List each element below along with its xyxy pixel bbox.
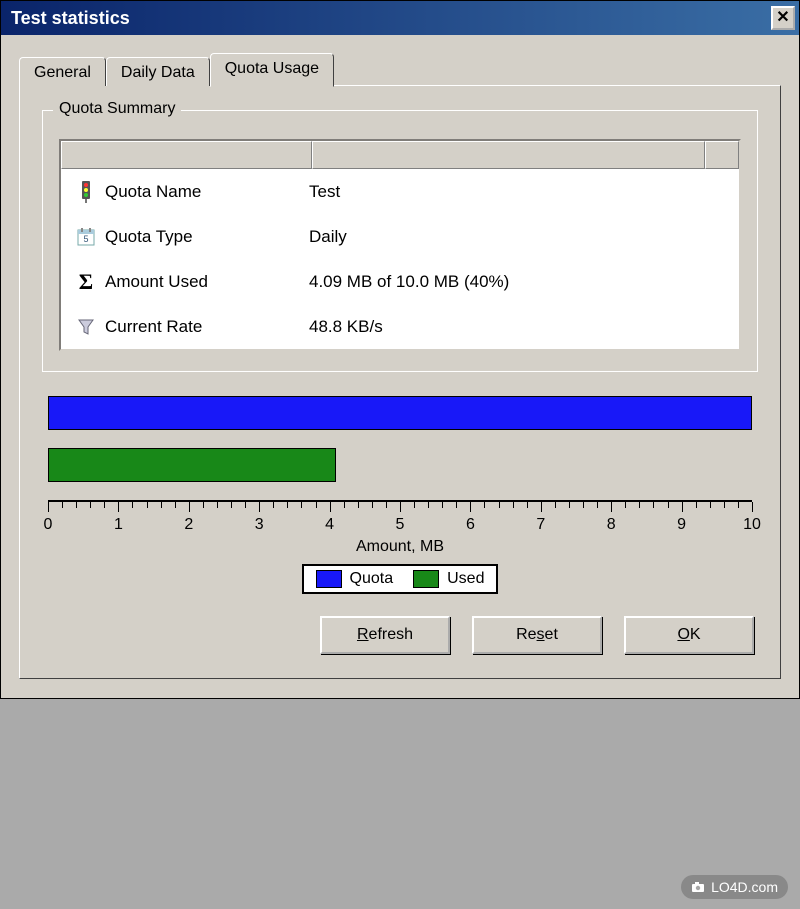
chart-axis: 012345678910 Amount, MB — [48, 500, 752, 556]
listview-header[interactable] — [61, 141, 739, 169]
legend-label-quota: Quota — [350, 570, 394, 588]
traffic-light-icon — [73, 181, 99, 203]
listview-header-col-3[interactable] — [705, 141, 739, 169]
tick-label: 1 — [114, 516, 123, 534]
svg-text:5: 5 — [83, 234, 88, 244]
tab-general[interactable]: General — [19, 57, 106, 86]
camera-icon — [691, 880, 705, 894]
tick-label: 5 — [396, 516, 405, 534]
bar-quota — [48, 396, 752, 430]
tab-quota-usage[interactable]: Quota Usage — [210, 53, 334, 87]
current-rate-label: Current Rate — [99, 317, 309, 337]
titlebar[interactable]: Test statistics ✕ — [1, 1, 799, 35]
window-title: Test statistics — [11, 8, 130, 29]
quota-type-label: Quota Type — [99, 227, 309, 247]
tab-daily-label: Daily Data — [121, 64, 195, 81]
chart-legend: Quota Used — [302, 564, 499, 594]
quota-listview[interactable]: Quota Name Test 5 — [59, 139, 741, 351]
legend-swatch-used — [413, 570, 439, 588]
watermark: LO4D.com — [681, 875, 788, 899]
legend-item-used: Used — [413, 570, 484, 588]
list-row-amount-used[interactable]: Σ Amount Used 4.09 MB of 10.0 MB (40%) — [61, 259, 739, 304]
bar-quota-fill — [48, 396, 752, 430]
tab-page-quota-usage: Quota Summary — [19, 85, 781, 679]
axis-title: Amount, MB — [48, 538, 752, 556]
amount-used-value: 4.09 MB of 10.0 MB (40%) — [309, 272, 509, 292]
tick-label: 2 — [184, 516, 193, 534]
ok-button[interactable]: OK — [624, 616, 754, 654]
close-button[interactable]: ✕ — [771, 6, 795, 30]
tick-label: 6 — [466, 516, 475, 534]
funnel-icon — [73, 318, 99, 336]
legend-item-quota: Quota — [316, 570, 394, 588]
tick-label: 0 — [44, 516, 53, 534]
ok-button-label: OK — [677, 626, 700, 644]
legend-label-used: Used — [447, 570, 484, 588]
button-row: Refresh Reset OK — [42, 616, 758, 654]
refresh-button[interactable]: Refresh — [320, 616, 450, 654]
tick-label: 4 — [325, 516, 334, 534]
bar-used-fill — [48, 448, 336, 482]
quota-type-value: Daily — [309, 227, 347, 247]
reset-button[interactable]: Reset — [472, 616, 602, 654]
current-rate-value: 48.8 KB/s — [309, 317, 383, 337]
amount-used-label: Amount Used — [99, 272, 309, 292]
tick-label: 10 — [743, 516, 761, 534]
list-row-quota-name[interactable]: Quota Name Test — [61, 169, 739, 214]
sigma-icon: Σ — [73, 269, 99, 295]
close-icon: ✕ — [776, 10, 789, 26]
quota-summary-group: Quota Summary — [42, 110, 758, 372]
tab-daily-data[interactable]: Daily Data — [106, 57, 210, 86]
tab-general-label: General — [34, 64, 91, 81]
legend-swatch-quota — [316, 570, 342, 588]
quota-name-label: Quota Name — [99, 182, 309, 202]
list-row-quota-type[interactable]: 5 Quota Type Daily — [61, 214, 739, 259]
bar-used — [48, 448, 752, 482]
tick-label: 3 — [255, 516, 264, 534]
quota-chart: 0 1 2 3 4 5 6 7 8 9 10 Amount, MB Quota Used — [42, 396, 758, 594]
tick-label: 9 — [677, 516, 686, 534]
dialog-window: Test statistics ✕ General Daily Data Quo… — [0, 0, 800, 699]
quota-name-value: Test — [309, 182, 340, 202]
refresh-button-label: Refresh — [357, 626, 413, 644]
listview-header-col-2[interactable] — [312, 141, 705, 169]
reset-button-label: Reset — [516, 626, 558, 644]
calendar-icon: 5 — [73, 228, 99, 246]
client-area: General Daily Data Quota Usage Quota Sum… — [1, 35, 799, 698]
tab-strip: General Daily Data Quota Usage — [19, 53, 781, 86]
tick-label: 7 — [536, 516, 545, 534]
list-row-current-rate[interactable]: Current Rate 48.8 KB/s — [61, 304, 739, 349]
watermark-text: LO4D.com — [711, 879, 778, 895]
tab-quota-label: Quota Usage — [225, 60, 319, 77]
tick-label: 8 — [607, 516, 616, 534]
group-label: Quota Summary — [53, 100, 181, 118]
listview-header-col-1[interactable] — [61, 141, 312, 169]
